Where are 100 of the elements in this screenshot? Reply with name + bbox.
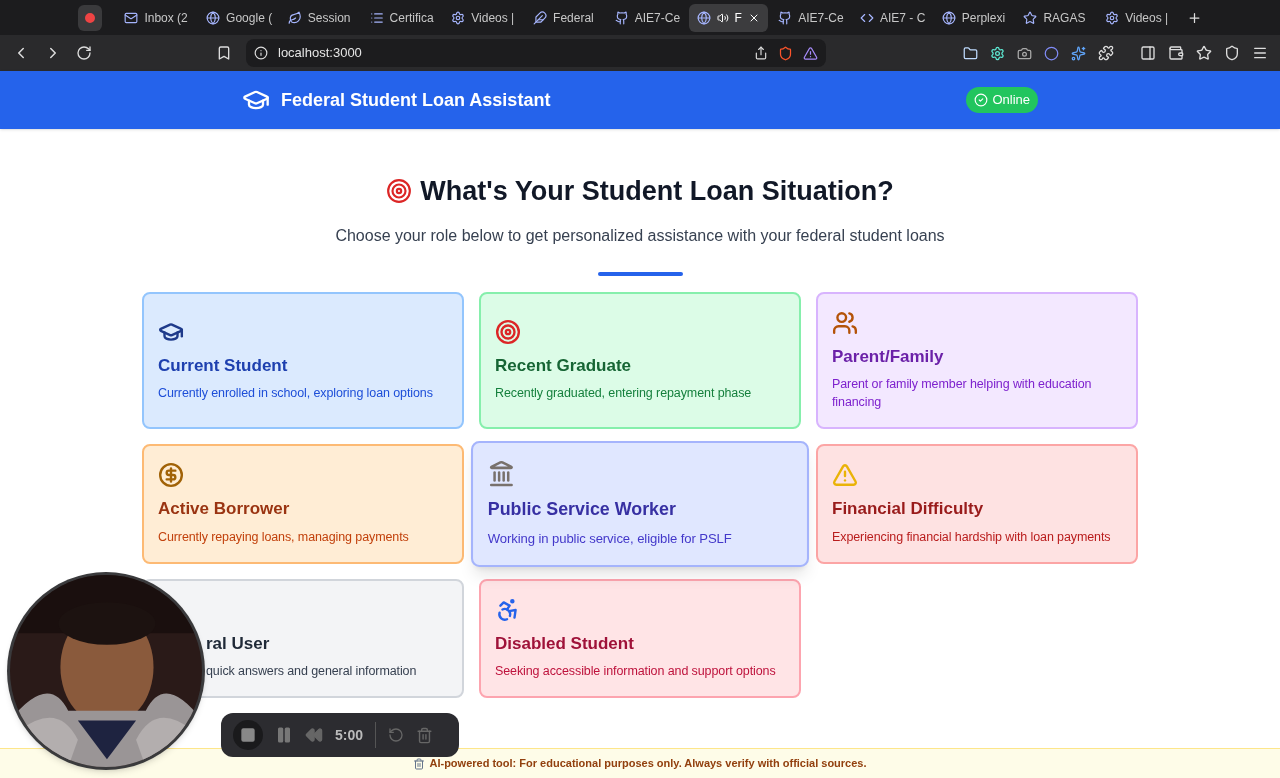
leaf-icon [287,10,302,25]
extensions-icon[interactable] [1098,45,1114,61]
role-description: Recently graduated, entering repayment phase [495,385,753,402]
role-card[interactable]: Public Service Worker Working in public service, eligible for PSLF [470,441,810,567]
triangle-icon[interactable] [803,45,818,61]
globe-icon [941,10,956,25]
browser-tab[interactable]: Federal [525,3,605,32]
page-heading: What's Your Student Loan Situation? [420,175,894,208]
speaker-icon [716,11,729,24]
browser-tab[interactable]: Perplexi [933,3,1014,32]
info-icon [254,46,268,60]
folder-icon[interactable] [963,45,978,61]
browser-tab[interactable]: RAGAS [1015,3,1096,32]
browser-tab[interactable]: AIE7-Ce [770,3,850,32]
role-title: Public Service Worker [487,497,677,521]
gear-icon[interactable] [990,45,1005,61]
address-bar[interactable]: localhost:3000 [246,39,826,67]
status-badge: Online [966,87,1038,113]
role-card[interactable]: Recent Graduate Recently graduated, entering repayment phase [479,291,801,429]
family-icon [832,309,858,336]
role-card[interactable]: Active Borrower Currently repaying loans, managing payments [142,444,464,564]
record-icon[interactable] [78,4,103,31]
browser-tab[interactable]: AIE7 - C [852,3,932,32]
wallet-icon[interactable] [1168,45,1184,61]
tab-title: F [734,9,742,27]
landmark-icon [487,459,516,488]
role-title: Parent/Family [832,345,945,368]
star-icon [1023,10,1038,25]
tab-title: Federal [553,9,594,27]
browser-tab[interactable]: Videos | [1097,3,1177,32]
mail-icon [124,10,139,25]
browser-tab[interactable]: AIE7-Ce [606,3,687,32]
star-icon[interactable] [1196,45,1212,61]
role-title: ral User [206,632,271,655]
money-icon [158,462,184,488]
role-description: Working in public service, eligible for PSLF [487,529,733,548]
role-description: Currently repaying loans, managing payments [158,528,410,546]
shield-icon[interactable] [778,45,793,61]
menu-icon[interactable] [1252,45,1268,61]
shield-icon[interactable] [1224,45,1240,61]
check-icon [974,93,989,107]
stop-button[interactable] [233,720,263,750]
reload-icon[interactable] [76,45,92,61]
url-text: localhost:3000 [278,44,362,63]
role-title: Current Student [158,354,289,377]
app-title: Federal Student Loan Assistant [281,88,551,112]
trash-icon [413,757,426,770]
github-icon [614,10,629,25]
role-card[interactable]: Financial Difficulty Experiencing financial hardship with loan payments [816,444,1138,564]
browser-tab[interactable]: Google ( [198,3,278,32]
tab-title: AIE7-Ce [634,9,681,27]
role-title: Active Borrower [158,498,291,520]
circle-icon[interactable] [1044,45,1059,61]
role-description: Experiencing financial hardship with loan payments [832,528,1112,546]
feather-icon [533,10,548,25]
sidebar-icon[interactable] [1140,45,1156,61]
gear-icon [1105,10,1120,25]
share-icon[interactable] [754,46,768,60]
role-title: Financial Difficulty [832,498,985,520]
warning-icon [832,462,858,488]
globe-icon [696,10,711,25]
role-card[interactable]: Current Student Currently enrolled in school, exploring loan options [142,291,464,429]
restart-icon[interactable] [388,727,405,743]
stop-icon [240,727,256,743]
sparkle-icon[interactable] [1071,45,1086,61]
tab-title: Inbox (2 [144,9,188,27]
tab-title: AIE7 - C [880,9,926,27]
tab-title: Videos | [471,9,515,27]
recording-time: 5:00 [335,725,364,745]
browser-tab[interactable]: F [688,3,769,32]
target-icon [386,178,413,205]
tab-title: Perplexi [961,9,1006,27]
role-description: Parent or family member helping with education financing [832,376,1093,411]
gear-icon [451,10,466,25]
browser-tab[interactable]: Videos | [443,3,524,32]
tab-title: Videos | [1125,9,1169,27]
bookmark-icon[interactable] [216,45,232,61]
role-card[interactable]: Parent/Family Parent or family member helping with education financing [816,291,1138,429]
tab-title: Session [307,9,351,27]
disclaimer-text: AI-powered tool: For educational purposes only. Always verify with official sources. [429,756,867,772]
role-description: Currently enrolled in school, exploring loan options [158,385,434,402]
role-description: Seeking accessible information and support options [495,663,777,680]
role-title: Disabled Student [495,632,635,655]
tab-title: Google ( [226,9,273,27]
github-icon [778,10,793,25]
browser-tab[interactable]: Certifica [361,3,442,32]
trash-icon[interactable] [416,726,434,744]
role-card[interactable]: Disabled Student Seeking accessible information and support options [479,578,801,698]
target-icon [495,318,521,345]
pause-icon[interactable] [275,726,293,744]
tab-title: AIE7-Ce [798,9,844,27]
list-icon [369,10,384,25]
tab-title: RAGAS [1043,9,1086,27]
role-title: Recent Graduate [495,354,633,377]
browser-tab[interactable]: Session [279,3,360,32]
tab-title: Certifica [389,9,434,27]
browser-tab[interactable]: Inbox (2 [116,3,197,32]
rewind-icon[interactable] [305,726,323,744]
globe-icon [206,10,221,25]
camera-icon[interactable] [1017,45,1032,61]
